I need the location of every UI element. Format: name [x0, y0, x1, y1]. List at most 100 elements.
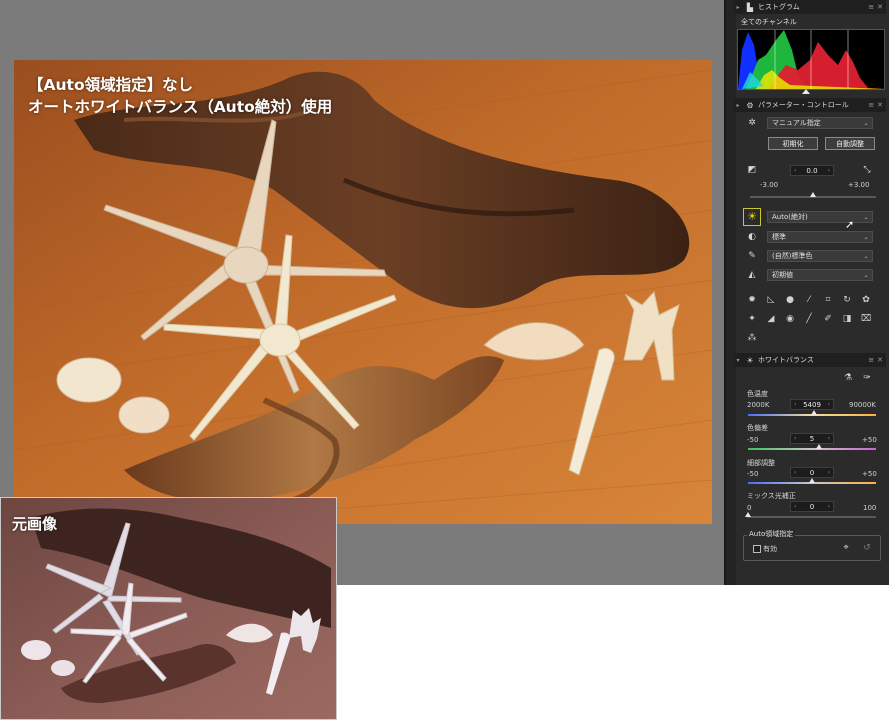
white-balance-sun-icon[interactable]: ☀: [743, 208, 761, 226]
mixed-light-slider-thumb[interactable]: [745, 512, 751, 517]
multi-tool-icon[interactable]: ⁂: [745, 331, 759, 345]
contrast-tool-icon[interactable]: ⁄: [802, 293, 816, 307]
pencil-tool-icon[interactable]: ✐: [821, 312, 835, 326]
processed-preview-image: [14, 60, 712, 524]
saturation-tool-icon[interactable]: ●: [783, 293, 797, 307]
rotate-tool-icon[interactable]: ↻: [840, 293, 854, 307]
white-balance-mode-select[interactable]: Auto(絶対) ⌄: [767, 211, 873, 223]
stamp-tool-icon[interactable]: ◨: [840, 312, 854, 326]
white-balance-mode-value: Auto(絶対): [772, 213, 808, 221]
noise-tool-icon[interactable]: ✦: [745, 312, 759, 326]
close-icon[interactable]: ✕: [877, 101, 883, 109]
fine-tune-max: +50: [862, 470, 877, 478]
chevron-down-icon: ⌄: [863, 119, 869, 127]
color-temperature-slider-thumb[interactable]: [811, 410, 817, 415]
increment-icon[interactable]: ›: [828, 435, 830, 442]
tint-max: +50: [862, 436, 877, 444]
mouse-cursor-icon: ➚: [845, 218, 855, 231]
sun-icon: ☀: [746, 355, 754, 365]
decrement-icon[interactable]: ‹: [794, 401, 796, 408]
camera-settings-icon: ⚙: [746, 100, 754, 110]
color-temperature-label: 色温度: [747, 390, 768, 398]
color-mode-value: (自然)標準色: [772, 252, 813, 260]
mixed-light-slider-track[interactable]: [748, 516, 876, 518]
exposure-min: -3.00: [760, 181, 779, 189]
tint-stepper[interactable]: ‹ 5 ›: [790, 433, 834, 444]
color-temperature-stepper[interactable]: ‹ 5409 ›: [790, 399, 834, 410]
decrement-icon[interactable]: ‹: [794, 167, 796, 174]
menu-icon[interactable]: ≡: [868, 101, 874, 109]
parameter-mode-select[interactable]: マニュアル指定 ⌄: [767, 117, 873, 129]
fine-tune-label: 細部調整: [747, 459, 775, 467]
fine-tune-value: 0: [809, 468, 815, 477]
tint-slider-thumb[interactable]: [816, 444, 822, 449]
increment-icon[interactable]: ›: [828, 469, 830, 476]
decrement-icon[interactable]: ‹: [794, 503, 796, 510]
tint-min: -50: [747, 436, 759, 444]
chevron-down-icon: ⌄: [863, 213, 869, 221]
menu-icon[interactable]: ≡: [868, 356, 874, 364]
collapse-arrow-icon[interactable]: ▸: [734, 4, 742, 11]
exposure-max: +3.00: [848, 181, 870, 189]
collapse-arrow-icon[interactable]: ▸: [734, 102, 742, 109]
histogram-midpoint-marker[interactable]: [802, 89, 810, 94]
tint-slider-track[interactable]: [748, 448, 876, 450]
crop-tool-icon[interactable]: ⌧: [859, 312, 873, 326]
area-reset-icon[interactable]: ↺: [861, 542, 873, 554]
tint-label: 色偏差: [747, 424, 768, 432]
collapse-arrow-icon[interactable]: ▾: [734, 357, 742, 364]
chevron-down-icon: ⌄: [863, 252, 869, 260]
gear-icon[interactable]: ✲: [746, 117, 758, 129]
exposure-value: 0.0: [806, 166, 818, 175]
histogram-graph: [737, 29, 885, 90]
fine-tune-stepper[interactable]: ‹ 0 ›: [790, 467, 834, 478]
chevron-down-icon: ⌄: [863, 271, 869, 279]
shadow-tool-icon[interactable]: ◢: [764, 312, 778, 326]
increment-icon[interactable]: ›: [828, 401, 830, 408]
tone-select[interactable]: 標準 ⌄: [767, 231, 873, 243]
chevron-down-icon: ⌄: [863, 233, 869, 241]
auto-area-enable-checkbox[interactable]: [753, 545, 761, 553]
histogram-channel-select[interactable]: 全てのチャンネル: [736, 16, 884, 28]
brush-tool-icon[interactable]: ╱: [802, 312, 816, 326]
color-temperature-min: 2000K: [747, 401, 770, 409]
color-mode-select[interactable]: (自然)標準色 ⌄: [767, 250, 873, 262]
exposure-stepper[interactable]: ‹ 0.0 ›: [790, 165, 834, 176]
histogram-channel-value: 全てのチャンネル: [741, 18, 797, 26]
menu-icon[interactable]: ≡: [868, 3, 874, 11]
histogram-icon: ▙: [746, 2, 754, 12]
mixed-light-min: 0: [747, 504, 752, 512]
histogram-header[interactable]: ▸ ▙ ヒストグラム ≡ ✕: [734, 0, 886, 14]
click-white-balance-icon[interactable]: ✑: [861, 372, 873, 384]
exposure-icon: ◩: [747, 165, 757, 175]
sharpness-select[interactable]: 初期値 ⌄: [767, 269, 873, 281]
auto-adjust-button[interactable]: 自動調整: [825, 137, 875, 150]
fine-tune-slider-thumb[interactable]: [809, 478, 815, 483]
brightness-tool-icon[interactable]: ✹: [745, 293, 759, 307]
palette-gutter: [726, 0, 736, 585]
close-icon[interactable]: ✕: [877, 3, 883, 11]
eye-tool-icon[interactable]: ◉: [783, 312, 797, 326]
gray-point-dropper-icon[interactable]: ⚗: [842, 372, 854, 384]
expand-icon[interactable]: ⤡: [861, 164, 873, 176]
area-select-icon[interactable]: ⌖: [840, 542, 852, 554]
lens-tool-icon[interactable]: ⌗: [821, 293, 835, 307]
decrement-icon[interactable]: ‹: [794, 435, 796, 442]
histogram-title: ヒストグラム: [758, 3, 800, 11]
increment-icon[interactable]: ›: [828, 503, 830, 510]
reset-button[interactable]: 初期化: [768, 137, 818, 150]
decrement-icon[interactable]: ‹: [794, 469, 796, 476]
curve-tool-icon[interactable]: ◺: [764, 293, 778, 307]
increment-icon[interactable]: ›: [828, 167, 830, 174]
auto-area-title: Auto領域指定: [747, 529, 796, 539]
color-temperature-max: 90000K: [849, 401, 876, 409]
sharpness-icon: ◭: [748, 270, 756, 280]
mixed-light-stepper[interactable]: ‹ 0 ›: [790, 501, 834, 512]
parameter-control-header[interactable]: ▸ ⚙ パラメーター・コントロール ≡ ✕: [734, 98, 886, 112]
parameter-control-title: パラメーター・コントロール: [758, 101, 849, 109]
close-icon[interactable]: ✕: [877, 356, 883, 364]
exposure-slider-thumb[interactable]: [810, 192, 816, 197]
white-balance-title: ホワイトバランス: [758, 356, 814, 364]
white-balance-header[interactable]: ▾ ☀ ホワイトバランス ≡ ✕: [734, 353, 886, 367]
effects-tool-icon[interactable]: ✿: [859, 293, 873, 307]
